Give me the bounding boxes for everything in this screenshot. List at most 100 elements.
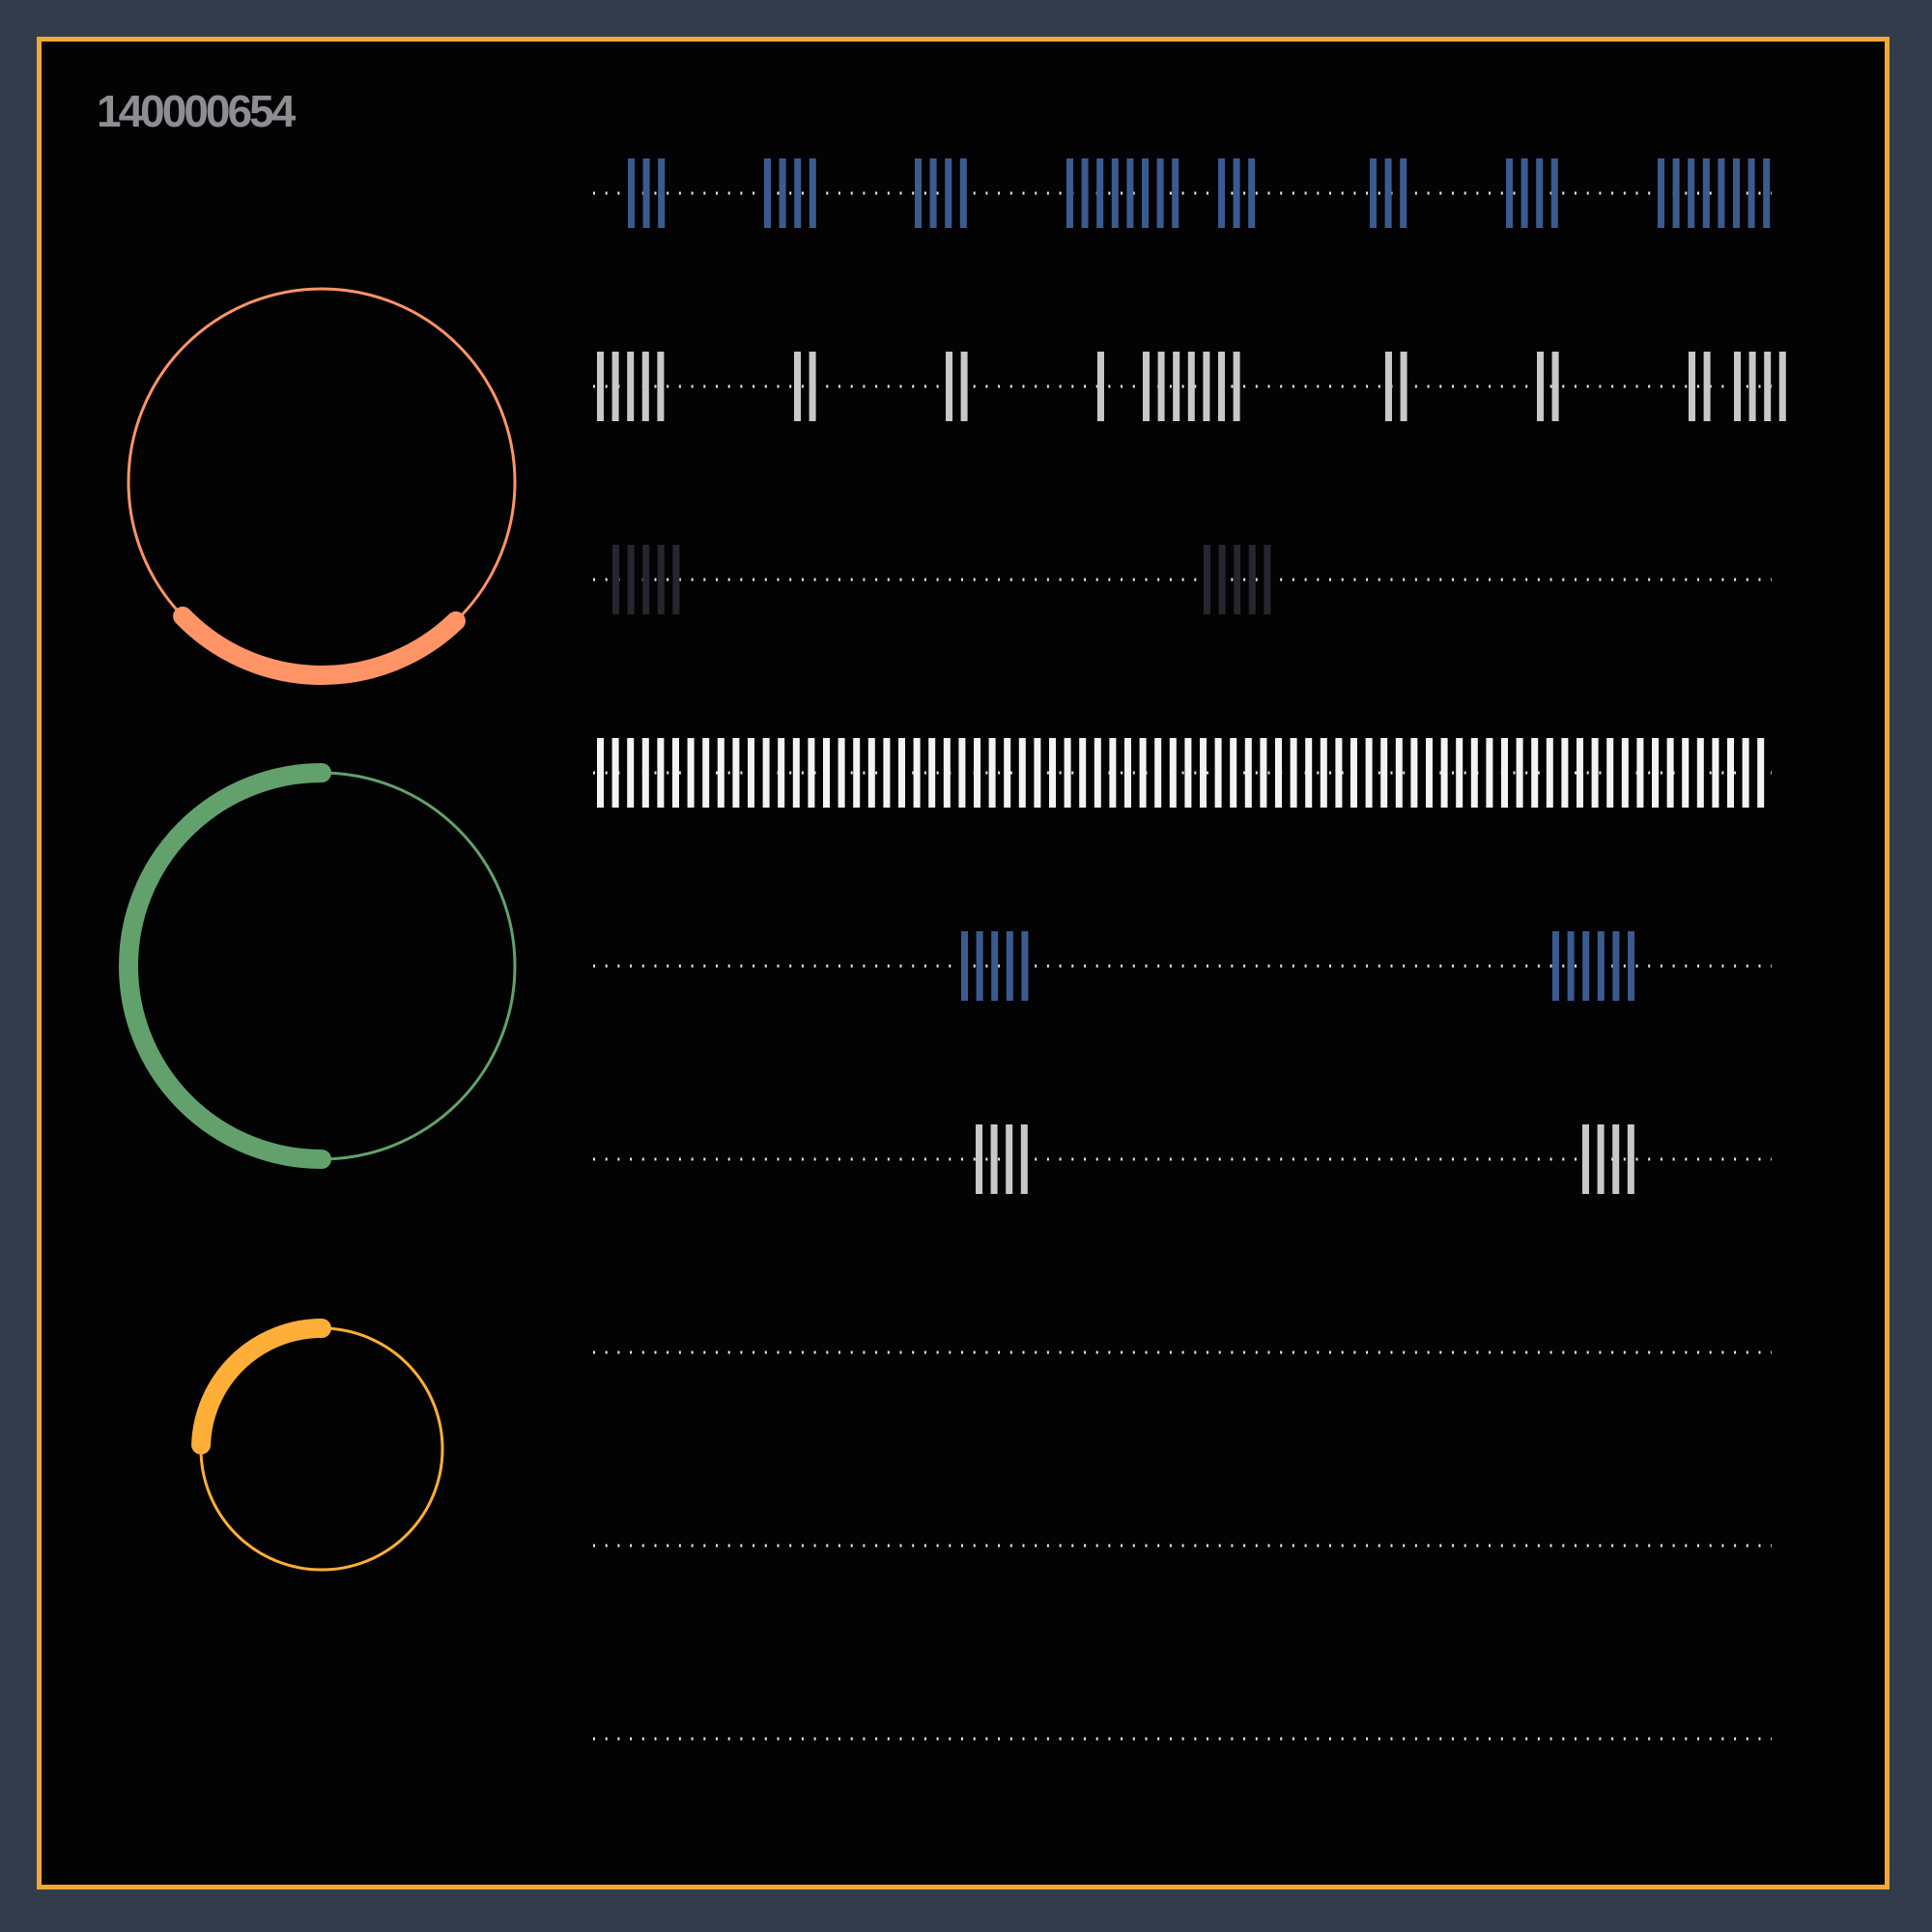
track-1-bar [628, 158, 635, 228]
track-4-bar [1018, 738, 1026, 808]
track-4-bar [1079, 738, 1087, 808]
track-1-bar [1400, 158, 1407, 228]
track-4-bar [1666, 738, 1674, 808]
track-2-bar [1157, 352, 1165, 421]
track-5-bar [1567, 931, 1575, 1001]
track-2-bar [1748, 352, 1756, 421]
track-4-bar [1124, 738, 1131, 808]
track-2-bar [946, 352, 952, 421]
track-1-bar [1763, 158, 1771, 228]
track-4-bar [1456, 738, 1463, 808]
track-4-bar [1577, 738, 1583, 808]
track-4-bar [1184, 738, 1192, 808]
ring-orange-arc [191, 1319, 331, 1455]
track-6-bar [1612, 1124, 1620, 1194]
track-1-bar [1384, 158, 1392, 228]
track-6-bar [1020, 1124, 1028, 1194]
track-4-bar [1380, 738, 1388, 808]
track-3-bar [642, 545, 650, 614]
track-3-bar [1204, 545, 1210, 614]
track-4-bar [974, 738, 980, 808]
track-4-bar [1486, 738, 1493, 808]
track-5-bar [976, 931, 983, 1001]
track-2-bar [1703, 352, 1711, 421]
track-6-bar [1582, 1124, 1589, 1194]
track-4-bar [1004, 738, 1011, 808]
ring-green-arc [119, 763, 331, 1169]
track-1-bar [1081, 158, 1089, 228]
track-4-bar [1652, 738, 1659, 808]
track-3-bar [1264, 545, 1271, 614]
track-1-bar [1218, 158, 1225, 228]
track-2-bar [1764, 352, 1772, 421]
track-1-bar [1066, 158, 1073, 228]
track-5-bar [1628, 931, 1634, 1001]
track-2-bar [1173, 352, 1180, 421]
track-4-bar [1139, 738, 1147, 808]
track-1-bar [1672, 158, 1680, 228]
track-2-bar [641, 352, 649, 421]
track-4-bar [1109, 738, 1117, 808]
track-4-bar [1244, 738, 1252, 808]
track-1-bar [1233, 158, 1240, 228]
track-4-bar [732, 738, 740, 808]
track-2-bar [1778, 352, 1786, 421]
track-1-bar [794, 158, 802, 228]
track-4-bar [867, 738, 875, 808]
track-5-bar [1552, 931, 1559, 1001]
track-4-bar [1621, 738, 1629, 808]
track-4-bar [853, 738, 861, 808]
track-4-bar [1546, 738, 1553, 808]
track-1-bar [929, 158, 937, 228]
track-4-bar [1260, 738, 1267, 808]
track-4-bar [627, 738, 635, 808]
track-1-bar [1550, 158, 1558, 228]
track-4-bar [1682, 738, 1690, 808]
track-4-bar [1516, 738, 1523, 808]
track-1-bar [1096, 158, 1104, 228]
track-4-bar [597, 738, 604, 808]
track-2-bar [1233, 352, 1240, 421]
track-2-bar [1551, 352, 1559, 421]
track-4-bar [1049, 738, 1056, 808]
track-1-bar [1142, 158, 1149, 228]
track-4-bar [898, 738, 905, 808]
track-4-bar [1154, 738, 1162, 808]
track-4-bar [1712, 738, 1719, 808]
track-1-bar [1536, 158, 1544, 228]
track-4-bar [641, 738, 649, 808]
track-1-bar [1702, 158, 1710, 228]
track-5-bar [1006, 931, 1013, 1001]
track-3-bar [1218, 545, 1226, 614]
track-4-bar [1214, 738, 1222, 808]
track-5-bar [961, 931, 968, 1001]
track-1-bar [915, 158, 922, 228]
track-1-bar [764, 158, 771, 228]
track-4-bar [943, 738, 951, 808]
track-4-bar [1365, 738, 1373, 808]
track-1-bar [1718, 158, 1725, 228]
track-4-bar [1727, 738, 1734, 808]
ring-salmon-arc [173, 606, 466, 685]
track-4-bar [748, 738, 754, 808]
track-4-bar [1275, 738, 1282, 808]
track-4-bar [1470, 738, 1478, 808]
track-1-bar [658, 158, 666, 228]
track-1-bar [642, 158, 650, 228]
track-1-bar [779, 158, 786, 228]
track-2-bar [1385, 352, 1392, 421]
track-4-bar [1440, 738, 1448, 808]
track-2-bar [809, 352, 816, 421]
track-4-bar [1230, 738, 1237, 808]
track-1-bar [1658, 158, 1664, 228]
track-2-bar [1218, 352, 1225, 421]
track-1-bar [959, 158, 967, 228]
track-4-bar [1395, 738, 1403, 808]
track-4-bar [792, 738, 800, 808]
track-1-bar [945, 158, 952, 228]
track-1-bar [1520, 158, 1528, 228]
track-6-bar [1597, 1124, 1605, 1194]
track-3-bar [657, 545, 665, 614]
track-4-bar [1350, 738, 1357, 808]
track-4-bar [1696, 738, 1704, 808]
